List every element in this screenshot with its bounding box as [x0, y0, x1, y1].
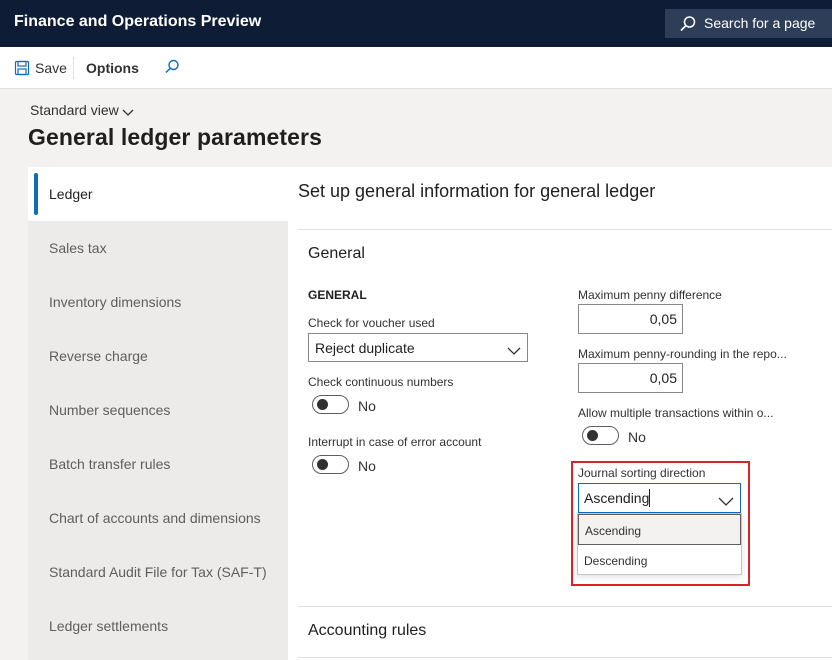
- interrupt-error-toggle[interactable]: [312, 455, 349, 474]
- tab-label: Chart of accounts and dimensions: [49, 510, 261, 526]
- journal-sorting-combobox[interactable]: Ascending: [578, 483, 741, 513]
- fasttab-general[interactable]: General: [308, 245, 365, 263]
- toggle-state: No: [358, 398, 376, 414]
- search-label: Search for a page: [704, 15, 816, 31]
- view-selector-label: Standard view: [30, 102, 119, 118]
- tab-label: Inventory dimensions: [49, 294, 182, 310]
- tab-inventory-dimensions[interactable]: Inventory dimensions: [28, 275, 288, 329]
- divider: [298, 657, 832, 658]
- save-icon: [14, 60, 30, 79]
- option-descending[interactable]: Descending: [578, 545, 741, 576]
- app-title: Finance and Operations Preview: [14, 13, 262, 30]
- tab-label: Number sequences: [49, 402, 171, 418]
- allow-multiple-label: Allow multiple transactions within o...: [578, 406, 774, 420]
- allow-multiple-toggle[interactable]: [582, 426, 619, 445]
- find-icon: [165, 59, 179, 74]
- section-header: Set up general information for general l…: [298, 181, 656, 201]
- continuous-numbers-label: Check continuous numbers: [308, 375, 454, 389]
- search-icon: [679, 15, 697, 36]
- chevron-down-icon: [507, 343, 521, 359]
- text-caret: [649, 489, 650, 507]
- dropdown-value: Reject duplicate: [315, 340, 415, 356]
- option-ascending[interactable]: Ascending: [578, 514, 741, 545]
- tab-sales-tax[interactable]: Sales tax: [28, 221, 288, 275]
- journal-sorting-options: Ascending Descending: [577, 513, 742, 575]
- options-button[interactable]: Options: [86, 60, 139, 76]
- tab-number-sequences[interactable]: Number sequences: [28, 383, 288, 437]
- tab-ledger-settlements[interactable]: Ledger settlements: [28, 599, 288, 653]
- chevron-down-icon: [122, 104, 134, 120]
- toggle-knob: [317, 399, 328, 410]
- tab-ledger[interactable]: Ledger: [28, 167, 288, 221]
- page-title: General ledger parameters: [28, 124, 322, 150]
- search-page-button[interactable]: Search for a page: [665, 9, 832, 38]
- view-selector[interactable]: Standard view: [30, 102, 134, 118]
- action-pane: Save Options: [0, 47, 832, 89]
- journal-sorting-label: Journal sorting direction: [578, 466, 706, 480]
- toggle-knob: [317, 459, 328, 470]
- tab-label: Ledger: [49, 186, 93, 202]
- toggle-state: No: [358, 458, 376, 474]
- active-tab-indicator: [34, 173, 38, 215]
- divider: [298, 606, 832, 607]
- max-penny-input[interactable]: 0,05: [578, 304, 683, 334]
- max-penny-rounding-input[interactable]: 0,05: [578, 363, 683, 393]
- tab-saf-t[interactable]: Standard Audit File for Tax (SAF-T): [28, 545, 288, 599]
- toggle-knob: [587, 430, 598, 441]
- action-separator: [73, 57, 74, 79]
- max-penny-label: Maximum penny difference: [578, 288, 722, 302]
- main-panel: Set up general information for general l…: [288, 167, 832, 660]
- chevron-down-icon[interactable]: [718, 493, 734, 509]
- tab-label: Ledger settlements: [49, 618, 169, 634]
- voucher-check-label: Check for voucher used: [308, 316, 435, 330]
- input-value: 0,05: [649, 370, 677, 386]
- group-subheading: GENERAL: [308, 288, 367, 302]
- max-penny-rounding-label: Maximum penny-rounding in the repo...: [578, 347, 787, 361]
- option-label: Descending: [584, 554, 648, 568]
- toggle-state: No: [628, 429, 646, 445]
- top-bar: Finance and Operations Preview Search fo…: [0, 0, 832, 47]
- tab-label: Batch transfer rules: [49, 456, 171, 472]
- tab-reverse-charge[interactable]: Reverse charge: [28, 329, 288, 383]
- option-label: Ascending: [585, 524, 642, 538]
- interrupt-error-label: Interrupt in case of error account: [308, 435, 482, 449]
- vertical-tabs: Ledger Sales tax Inventory dimensions Re…: [28, 167, 288, 660]
- fasttab-accounting-rules[interactable]: Accounting rules: [308, 622, 426, 640]
- input-value: 0,05: [649, 311, 677, 327]
- save-label: Save: [35, 60, 67, 76]
- find-button[interactable]: [163, 58, 181, 79]
- combobox-value: Ascending: [584, 490, 650, 506]
- tab-chart-of-accounts[interactable]: Chart of accounts and dimensions: [28, 491, 288, 545]
- tab-label: Reverse charge: [49, 348, 148, 364]
- continuous-numbers-toggle[interactable]: [312, 395, 349, 414]
- voucher-check-dropdown[interactable]: Reject duplicate: [308, 333, 528, 362]
- divider: [298, 229, 832, 230]
- tab-label: Standard Audit File for Tax (SAF-T): [49, 564, 267, 580]
- tab-label: Sales tax: [49, 240, 107, 256]
- tab-batch-transfer-rules[interactable]: Batch transfer rules: [28, 437, 288, 491]
